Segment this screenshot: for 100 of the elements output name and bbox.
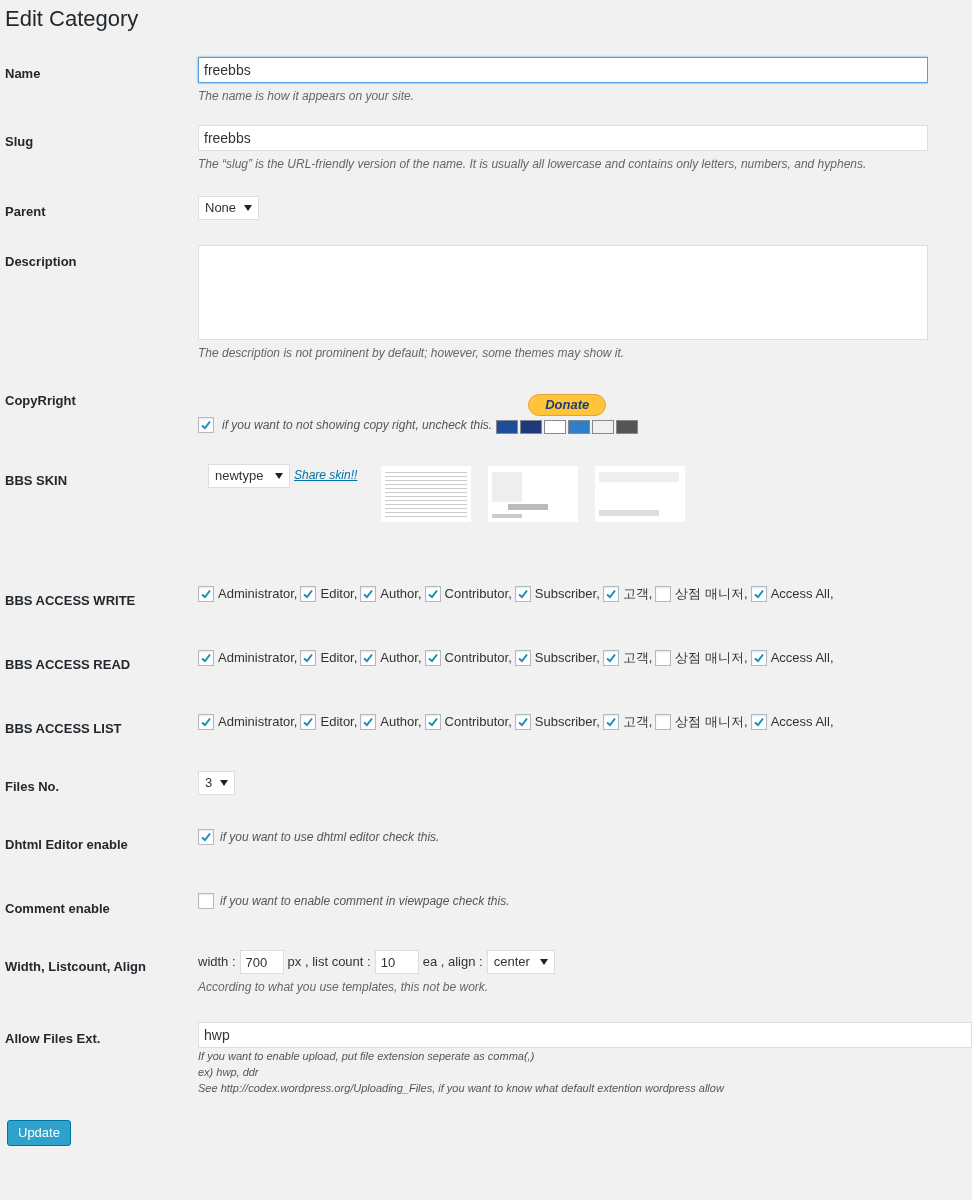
checkbox[interactable] [602, 585, 619, 602]
caret-icon [220, 779, 229, 786]
field-label: Name [5, 66, 41, 81]
checkmark-icon [516, 651, 529, 664]
checkbox-label: Contributor, [444, 585, 512, 603]
list-count-field[interactable]: 10 [374, 950, 419, 974]
checkmark-icon [362, 715, 375, 728]
checkmark-icon [302, 587, 315, 600]
checkbox-label: Subscriber, [534, 585, 600, 603]
field-description: The description is not prominent by default; however, some themes may show it. [198, 345, 626, 362]
description-field[interactable] [198, 245, 928, 340]
field-label: Width, Listcount, Align [5, 959, 146, 974]
checkbox[interactable] [300, 713, 317, 730]
checkbox[interactable] [300, 649, 317, 666]
checkbox[interactable] [514, 649, 531, 666]
field-description: The “slug” is the URL-friendly version of the name. It is usually all lowercase and contains only letters, numbers, and hyphens. [198, 156, 868, 173]
field-label: px , list count : [287, 953, 371, 972]
field-label: BBS ACCESS READ [5, 657, 131, 672]
checkmark-icon [426, 651, 439, 664]
payment-card-icon [544, 420, 567, 434]
field-label: Dhtml Editor enable [5, 837, 128, 852]
checkbox[interactable] [750, 713, 767, 730]
checkbox[interactable] [514, 713, 531, 730]
dropdown[interactable]: 3 [198, 770, 236, 795]
checkbox[interactable] [602, 713, 619, 730]
checkmark-icon [426, 715, 439, 728]
checkbox[interactable] [424, 713, 441, 730]
text-field[interactable]: freebbs [198, 57, 928, 83]
checkbox[interactable] [300, 585, 317, 602]
checkmark-icon [302, 715, 315, 728]
checkbox-label: Access All, [770, 713, 834, 731]
width-field[interactable]: 700 [239, 950, 284, 974]
checkmark-icon [752, 715, 765, 728]
checkbox[interactable] [424, 649, 441, 666]
align-dropdown[interactable]: center [486, 950, 555, 974]
checkbox[interactable] [360, 713, 377, 730]
checkbox[interactable] [655, 713, 672, 730]
caret-icon [244, 204, 253, 211]
payment-card-icon [568, 420, 591, 434]
checkbox-label: Author, [380, 649, 422, 667]
field-label: Description [5, 254, 77, 269]
payment-card-icon [496, 420, 519, 434]
text-field[interactable]: hwp [198, 1022, 972, 1048]
checkmark-icon [752, 651, 765, 664]
checkbox-label: 상점 매니저, [675, 585, 748, 603]
checkbox-label: 고객, [622, 585, 653, 603]
payment-card-icon [616, 420, 639, 434]
field-label: Comment enable [5, 901, 110, 916]
field-label: ea , align : [422, 953, 483, 972]
checkbox[interactable] [655, 585, 672, 602]
checkbox[interactable] [198, 649, 214, 666]
checkmark-icon [604, 587, 617, 600]
checkbox-label: 상점 매니저, [675, 713, 748, 731]
checkbox[interactable] [198, 829, 214, 845]
checkbox-label: Administrator, [218, 713, 298, 731]
checkbox-label: Author, [380, 585, 422, 603]
text-field[interactable]: freebbs [198, 125, 928, 151]
checkbox[interactable] [655, 649, 672, 666]
checkbox-label: Contributor, [444, 713, 512, 731]
checkbox-label: 고객, [622, 649, 653, 667]
checkbox[interactable] [198, 713, 214, 730]
checkmark-icon [516, 587, 529, 600]
field-description: ex) hwp, ddr [198, 1065, 260, 1080]
field-label: width : [198, 953, 236, 972]
checkbox-label: Editor, [320, 585, 358, 603]
field-description: See http://codex.wordpress.org/Uploading_Files, if you want to know what default extention wordpress allow [198, 1081, 726, 1096]
checkbox[interactable] [424, 585, 441, 602]
share-skin-link[interactable]: Share skin!! [294, 466, 358, 484]
dropdown[interactable]: None [198, 195, 260, 220]
checkmark-icon [604, 651, 617, 664]
field-label: Allow Files Ext. [5, 1031, 101, 1046]
field-label: BBS ACCESS LIST [5, 721, 122, 736]
donate-button[interactable]: Donate [528, 394, 607, 416]
checkbox-label: Author, [380, 713, 422, 731]
field-label: Files No. [5, 779, 60, 794]
checkbox-description: if you want to enable comment in viewpage check this. [220, 893, 510, 910]
checkbox[interactable] [198, 893, 214, 909]
checkmark-icon [200, 587, 212, 600]
checkbox[interactable] [750, 585, 767, 602]
checkbox-description: if you want to not showing copy right, uncheck this. [222, 417, 493, 434]
checkbox-label: Subscriber, [534, 713, 600, 731]
checkbox[interactable] [750, 649, 767, 666]
checkmark-icon [200, 831, 212, 843]
checkbox-label: Administrator, [218, 585, 298, 603]
checkbox[interactable] [198, 417, 214, 433]
checkbox[interactable] [360, 585, 377, 602]
checkmark-icon [200, 715, 212, 728]
checkbox[interactable] [514, 585, 531, 602]
payment-card-icon [520, 420, 543, 434]
checkbox[interactable] [602, 649, 619, 666]
checkbox[interactable] [360, 649, 377, 666]
checkbox-label: Editor, [320, 649, 358, 667]
checkmark-icon [362, 651, 375, 664]
checkmark-icon [426, 587, 439, 600]
payment-card-icon [592, 420, 615, 434]
checkbox[interactable] [198, 585, 214, 602]
caret-icon [539, 959, 548, 965]
checkbox-label: Subscriber, [534, 649, 600, 667]
field-label: BBS ACCESS WRITE [5, 593, 136, 608]
skin-dropdown[interactable]: newtype [208, 464, 290, 488]
